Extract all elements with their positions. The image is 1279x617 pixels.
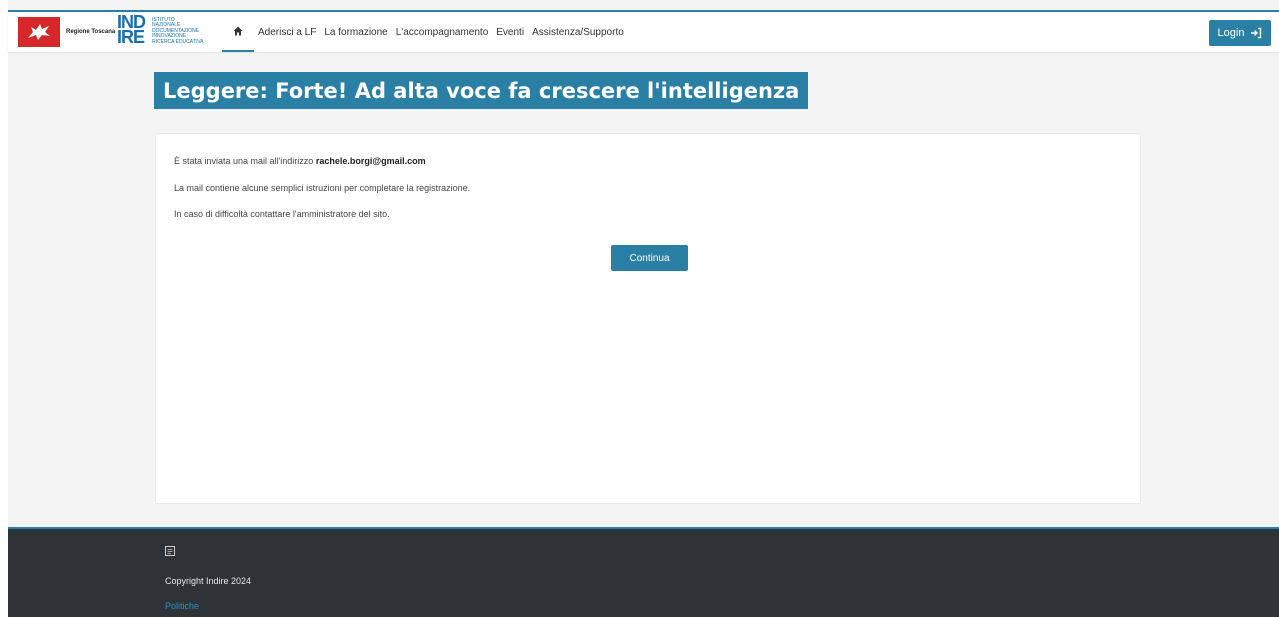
footer-policy-link[interactable]: Politiche [165, 601, 199, 611]
nav-home[interactable] [222, 12, 254, 52]
message-email-address: rachele.borgi@gmail.com [315, 156, 426, 166]
message-contact-admin: In caso di difficoltà contattare l'ammin… [174, 209, 390, 219]
regione-toscana-label: Regione Toscana [66, 29, 116, 35]
nav-item-assistenza[interactable]: Assistenza/Supporto [528, 12, 628, 52]
nav-item-accompagnamento[interactable]: L'accompagnamento [392, 12, 493, 52]
main-nav: Aderisci a LF La formazione L'accompagna… [222, 12, 628, 52]
message-email-sent: È stata inviata una mail all'indirizzo r… [174, 156, 426, 166]
nav-item-eventi[interactable]: Eventi [492, 12, 528, 52]
message-card: È stata inviata una mail all'indirizzo r… [155, 133, 1141, 504]
indire-logo-subtitle: ISTITUTO NAZIONALE DOCUMENTAZIONE INNOVA… [152, 17, 204, 45]
home-icon [233, 26, 243, 36]
login-label: Login [1217, 27, 1245, 39]
sign-in-icon [1251, 27, 1262, 39]
nav-item-aderisci[interactable]: Aderisci a LF [254, 12, 320, 52]
indire-subtitle-line: RICERCA EDUCATIVA [152, 38, 204, 45]
message-email-prefix: È stata inviata una mail all'indirizzo [174, 156, 314, 166]
indire-logo[interactable]: IND IRE [117, 13, 149, 51]
message-instructions: La mail contiene alcune semplici istruzi… [174, 183, 471, 193]
regione-toscana-logo[interactable] [18, 17, 60, 47]
indire-logo-line2: IRE [117, 27, 145, 47]
login-button[interactable]: Login [1209, 20, 1271, 46]
footer: Copyright Indire 2024 Politiche [8, 527, 1279, 617]
nav-item-formazione[interactable]: La formazione [320, 12, 391, 52]
page-title: Leggere: Forte! Ad alta voce fa crescere… [154, 72, 809, 109]
continue-button[interactable]: Continua [611, 245, 688, 271]
top-navbar: Regione Toscana IND IRE ISTITUTO NAZIONA… [8, 10, 1279, 52]
calendar-icon [165, 546, 175, 556]
footer-copyright: Copyright Indire 2024 [165, 576, 252, 586]
pegasus-icon [28, 24, 50, 40]
